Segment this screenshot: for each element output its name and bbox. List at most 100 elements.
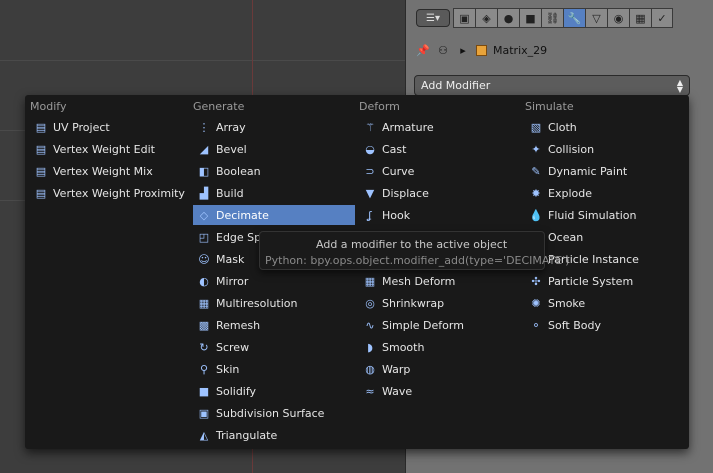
particle-system-icon: ✣: [531, 274, 541, 288]
editor-type-button[interactable]: ☰▾: [416, 9, 450, 27]
add-modifier-menu: Modify ▤ UV Project ▤ Vertex Weight Edit ▤ Ver…: [25, 95, 689, 449]
tooltip-python: Python: bpy.ops.object.modifier_add(type…: [265, 254, 570, 267]
menu-item-skin[interactable]: ⚲ Skin: [193, 359, 355, 379]
menu-item-label: Explode: [548, 186, 592, 200]
menu-item-subsurf[interactable]: ▣ Subdivision Surface: [193, 403, 355, 423]
menu-item-label: Displace: [382, 186, 429, 200]
warp-icon: ◍: [365, 362, 375, 376]
menu-item-smoke[interactable]: ✺ Smoke: [525, 293, 685, 313]
menu-item-solidify[interactable]: ■ Solidify: [193, 381, 355, 401]
column-heading-1: Generate: [193, 100, 245, 113]
menu-item-vertex-weight[interactable]: ▤ Vertex Weight Mix: [30, 161, 190, 181]
tab-constraints[interactable]: ⛓: [541, 8, 563, 28]
menu-item-shrinkwrap[interactable]: ◎ Shrinkwrap: [359, 293, 521, 313]
menu-item-curve[interactable]: ⊃ Curve: [359, 161, 521, 181]
modifiers-wrench-icon: 🔧: [567, 11, 582, 25]
menu-item-array[interactable]: ⋮ Array: [193, 117, 355, 137]
menu-item-smooth[interactable]: ◗ Smooth: [359, 337, 521, 357]
menu-item-label: Triangulate: [216, 428, 278, 442]
menu-item-screw[interactable]: ↻ Screw: [193, 337, 355, 357]
menu-item-label: Armature: [382, 120, 434, 134]
menu-item-hook[interactable]: ʆ Hook: [359, 205, 521, 225]
tab-physics[interactable]: ✓: [651, 8, 673, 28]
menu-item-ocean[interactable]: ≋Ocean: [525, 227, 685, 247]
menu-item-vertex-weight[interactable]: ▤ Vertex Weight Edit: [30, 139, 190, 159]
tab-modifiers-wrench[interactable]: 🔧: [563, 8, 585, 28]
menu-item-collision[interactable]: ✦ Collision: [525, 139, 685, 159]
menu-item-build[interactable]: ▟ Build: [193, 183, 355, 203]
menu-item-label: Simple Deform: [382, 318, 464, 332]
tab-object[interactable]: ■: [519, 8, 541, 28]
menu-item-label: Vertex Weight Mix: [53, 164, 153, 178]
menu-item-vertex-weight[interactable]: ▤ Vertex Weight Proximity: [30, 183, 190, 203]
object-cube-icon: [476, 44, 487, 56]
menu-item-label: Skin: [216, 362, 240, 376]
chevron-right-icon: ▸: [460, 43, 466, 57]
breadcrumb: 📌 ⚇ ▸ Matrix_29: [416, 40, 547, 60]
context-tabs: ▣ ◈ ● ■ ⛓ 🔧 ▽ ◉ ▦ ✓: [453, 8, 673, 28]
build-icon: ▟: [199, 186, 209, 200]
wave-icon: ≈: [365, 384, 375, 398]
menu-item-fluid[interactable]: 💧 Fluid Simulation: [525, 205, 685, 225]
menu-item-displace[interactable]: ▼ Displace: [359, 183, 521, 203]
menu-item-label: Wave: [382, 384, 413, 398]
menu-item-label: Soft Body: [548, 318, 601, 332]
mask-icon: ☺: [198, 252, 210, 266]
menu-item-uv-project[interactable]: ▤ UV Project: [30, 117, 190, 137]
menu-item-label: Screw: [216, 340, 250, 354]
menu-item-wave[interactable]: ≈ Wave: [359, 381, 521, 401]
menu-item-cast[interactable]: ◒ Cast: [359, 139, 521, 159]
edge-split-icon: ◰: [198, 230, 210, 244]
menu-item-mirror[interactable]: ◐ Mirror: [193, 271, 355, 291]
menu-item-cloth[interactable]: ▧ Cloth: [525, 117, 685, 137]
menu-item-triangulate[interactable]: ◭ Triangulate: [193, 425, 355, 445]
menu-item-warp[interactable]: ◍ Warp: [359, 359, 521, 379]
menu-item-decimate[interactable]: ◇ Decimate: [193, 205, 355, 225]
menu-item-label: Ocean: [548, 230, 584, 244]
menu-item-label: Smoke: [548, 296, 586, 310]
scene-link-icon: ⚇: [438, 43, 448, 57]
menu-item-multires[interactable]: ▦ Multiresolution: [193, 293, 355, 313]
solidify-icon: ■: [198, 384, 210, 398]
tab-texture[interactable]: ▦: [629, 8, 651, 28]
menu-item-label: Array: [216, 120, 246, 134]
menu-item-explode[interactable]: ✸ Explode: [525, 183, 685, 203]
constraints-icon: ⛓: [545, 11, 560, 25]
menu-item-remesh[interactable]: ▩ Remesh: [193, 315, 355, 335]
tab-data[interactable]: ▽: [585, 8, 607, 28]
menu-item-mesh-deform[interactable]: ▦ Mesh Deform: [359, 271, 521, 291]
displace-icon: ▼: [365, 186, 375, 200]
tab-material[interactable]: ◉: [607, 8, 629, 28]
menu-item-boolean[interactable]: ◧ Boolean: [193, 161, 355, 181]
array-icon: ⋮: [198, 120, 210, 134]
screw-icon: ↻: [199, 340, 209, 354]
menu-item-label: Build: [216, 186, 244, 200]
tooltip: Add a modifier to the active object Pyth…: [259, 231, 570, 270]
menu-item-label: Cloth: [548, 120, 577, 134]
menu-item-label: Vertex Weight Edit: [53, 142, 155, 156]
boolean-icon: ◧: [198, 164, 210, 178]
smoke-icon: ✺: [531, 296, 541, 310]
tab-world[interactable]: ●: [497, 8, 519, 28]
menu-item-label: UV Project: [53, 120, 110, 134]
tab-render[interactable]: ▣: [453, 8, 475, 28]
menu-item-label: Smooth: [382, 340, 425, 354]
menu-item-soft-body[interactable]: ⚬ Soft Body: [525, 315, 685, 335]
menu-item-label: Warp: [382, 362, 411, 376]
column-heading-3: Simulate: [525, 100, 574, 113]
menu-item-label: Hook: [382, 208, 411, 222]
subsurf-icon: ▣: [198, 406, 210, 420]
pin-icon[interactable]: 📌: [416, 43, 430, 57]
add-modifier-dropdown[interactable]: Add Modifier ▲ ▼: [414, 75, 690, 96]
curve-icon: ⊃: [365, 164, 375, 178]
mesh-deform-icon: ▦: [364, 274, 376, 288]
menu-item-bevel[interactable]: ◢ Bevel: [193, 139, 355, 159]
menu-item-particle-system[interactable]: ✣ Particle System: [525, 271, 685, 291]
explode-icon: ✸: [531, 186, 541, 200]
tab-scene[interactable]: ◈: [475, 8, 497, 28]
mirror-icon: ◐: [199, 274, 209, 288]
menu-item-simple-deform[interactable]: ∿ Simple Deform: [359, 315, 521, 335]
menu-item-armature[interactable]: ⚚ Armature: [359, 117, 521, 137]
shrinkwrap-icon: ◎: [365, 296, 375, 310]
menu-item-dynamic-paint[interactable]: ✎ Dynamic Paint: [525, 161, 685, 181]
